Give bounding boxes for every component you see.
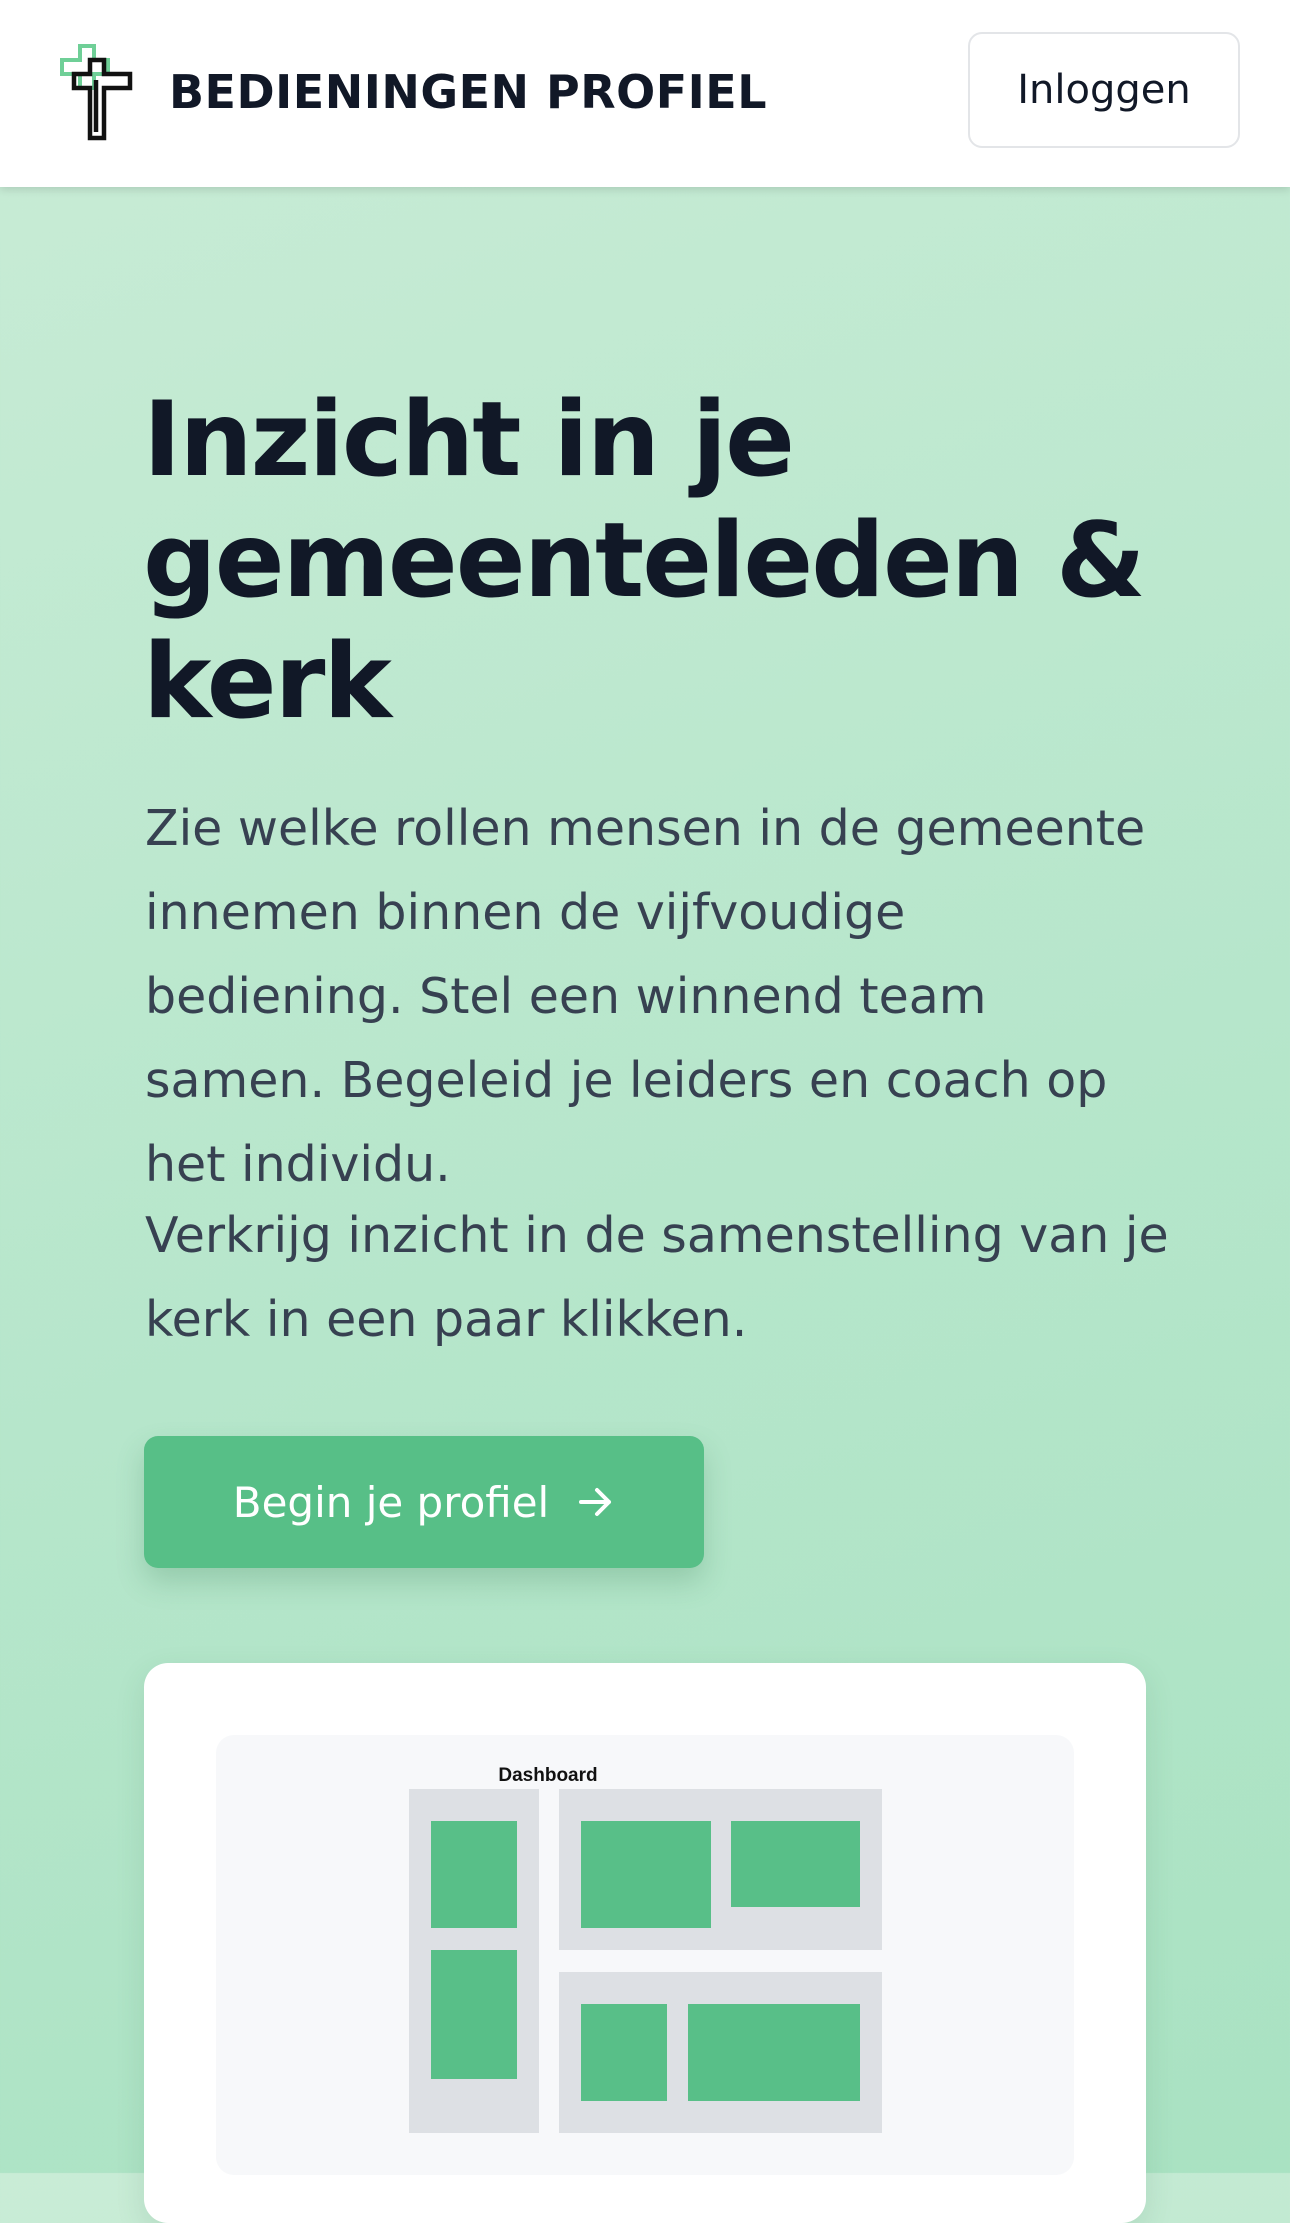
cross-logo-icon[interactable] (56, 42, 136, 142)
site-header: BEDIENINGEN PROFIEL Inloggen (0, 0, 1290, 187)
dashboard-bottom-panel (559, 1972, 882, 2133)
dashboard-preview-card: Dashboard (144, 1663, 1146, 2223)
start-profile-label: Begin je profiel (232, 1477, 550, 1527)
login-button[interactable]: Inloggen (968, 32, 1240, 148)
dashboard-preview: Dashboard (216, 1735, 1074, 2175)
brand-name[interactable]: BEDIENINGEN PROFIEL (169, 64, 767, 120)
arrow-right-icon (579, 1488, 612, 1516)
dashboard-tile (431, 1950, 517, 2079)
start-profile-button[interactable]: Begin je profiel (144, 1436, 704, 1568)
hero-description: Zie welke rollen mensen in de gemeente i… (145, 800, 1146, 1193)
hero-title: Inzicht in je gemeenteleden & kerk (143, 380, 1146, 742)
dashboard-left-panel (409, 1789, 539, 2133)
dashboard-title: Dashboard (498, 1765, 598, 1786)
dashboard-tile (431, 1821, 517, 1928)
dashboard-tile (581, 1821, 711, 1928)
dashboard-tile (581, 2004, 667, 2101)
dashboard-tile (731, 1821, 860, 1907)
dashboard-tile (688, 2004, 860, 2101)
hero-subdescription: Verkrijg inzicht in de samenstelling van… (145, 1207, 1169, 1348)
dashboard-top-panel (559, 1789, 882, 1950)
